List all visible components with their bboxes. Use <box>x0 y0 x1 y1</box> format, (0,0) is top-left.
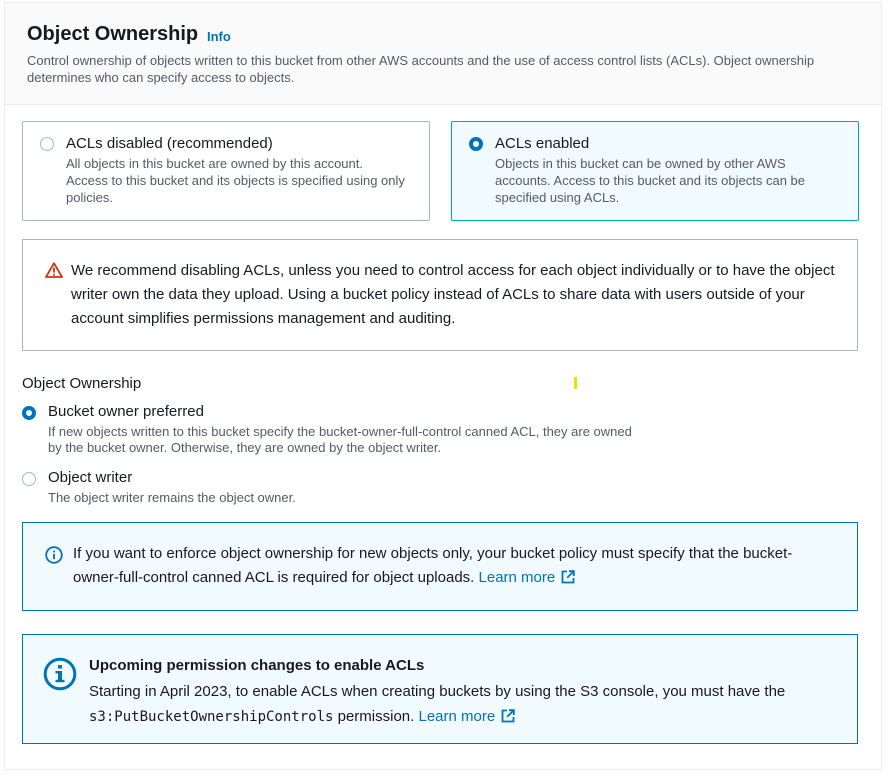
acls-enabled-description: Objects in this bucket can be owned by o… <box>495 156 806 205</box>
page-title: Object Ownership <box>27 23 199 45</box>
acls-enabled-label: ACLs enabled <box>495 135 590 152</box>
notice-learn-more-link[interactable]: Learn more <box>418 708 515 725</box>
text-cursor-marker <box>574 377 577 389</box>
object-writer-radio[interactable] <box>22 472 36 486</box>
external-link-icon <box>561 568 575 592</box>
permission-changes-notice: Upcoming permission changes to enable AC… <box>22 634 858 744</box>
bucket-owner-preferred-label[interactable]: Bucket owner preferred <box>48 403 204 420</box>
external-link-icon <box>501 706 515 731</box>
object-writer-label[interactable]: Object writer <box>48 469 132 486</box>
info-link[interactable]: Info <box>207 29 231 44</box>
object-writer-description: The object writer remains the object own… <box>48 490 296 505</box>
acls-enabled-radio[interactable] <box>469 137 483 151</box>
learn-more-link[interactable]: Learn more <box>479 569 576 586</box>
ownership-info-alert: If you want to enforce object ownership … <box>22 522 858 611</box>
warning-text: We recommend disabling ACLs, unless you … <box>71 262 835 327</box>
panel-header: Object Ownership Info Control ownership … <box>5 3 881 105</box>
notice-text: Starting in April 2023, to enable ACLs w… <box>89 679 849 731</box>
acls-disabled-label: ACLs disabled (recommended) <box>66 135 273 152</box>
info-icon <box>45 546 63 569</box>
bucket-owner-preferred-description: If new objects written to this bucket sp… <box>48 424 632 455</box>
info-alert-text: If you want to enforce object ownership … <box>73 542 833 592</box>
warning-icon <box>45 262 63 283</box>
acls-disabled-tile[interactable]: ACLs disabled (recommended) All objects … <box>22 121 430 221</box>
acl-warning-alert: We recommend disabling ACLs, unless you … <box>22 239 858 351</box>
acls-enabled-tile[interactable]: ACLs enabled Objects in this bucket can … <box>451 121 859 221</box>
ownership-group-label: Object Ownership <box>22 375 142 392</box>
acls-disabled-description: All objects in this bucket are owned by … <box>66 156 405 205</box>
info-alert-message: If you want to enforce object ownership … <box>73 545 793 586</box>
info-icon <box>43 657 77 696</box>
bucket-owner-preferred-radio[interactable] <box>22 406 36 420</box>
panel-description: Control ownership of objects written to … <box>27 53 815 85</box>
permission-code: s3:PutBucketOwnershipControls <box>89 709 334 725</box>
notice-message-end: permission. <box>337 708 415 725</box>
notice-message: Starting in April 2023, to enable ACLs w… <box>89 683 786 700</box>
acls-disabled-radio[interactable] <box>40 137 54 151</box>
notice-title: Upcoming permission changes to enable AC… <box>89 657 425 674</box>
